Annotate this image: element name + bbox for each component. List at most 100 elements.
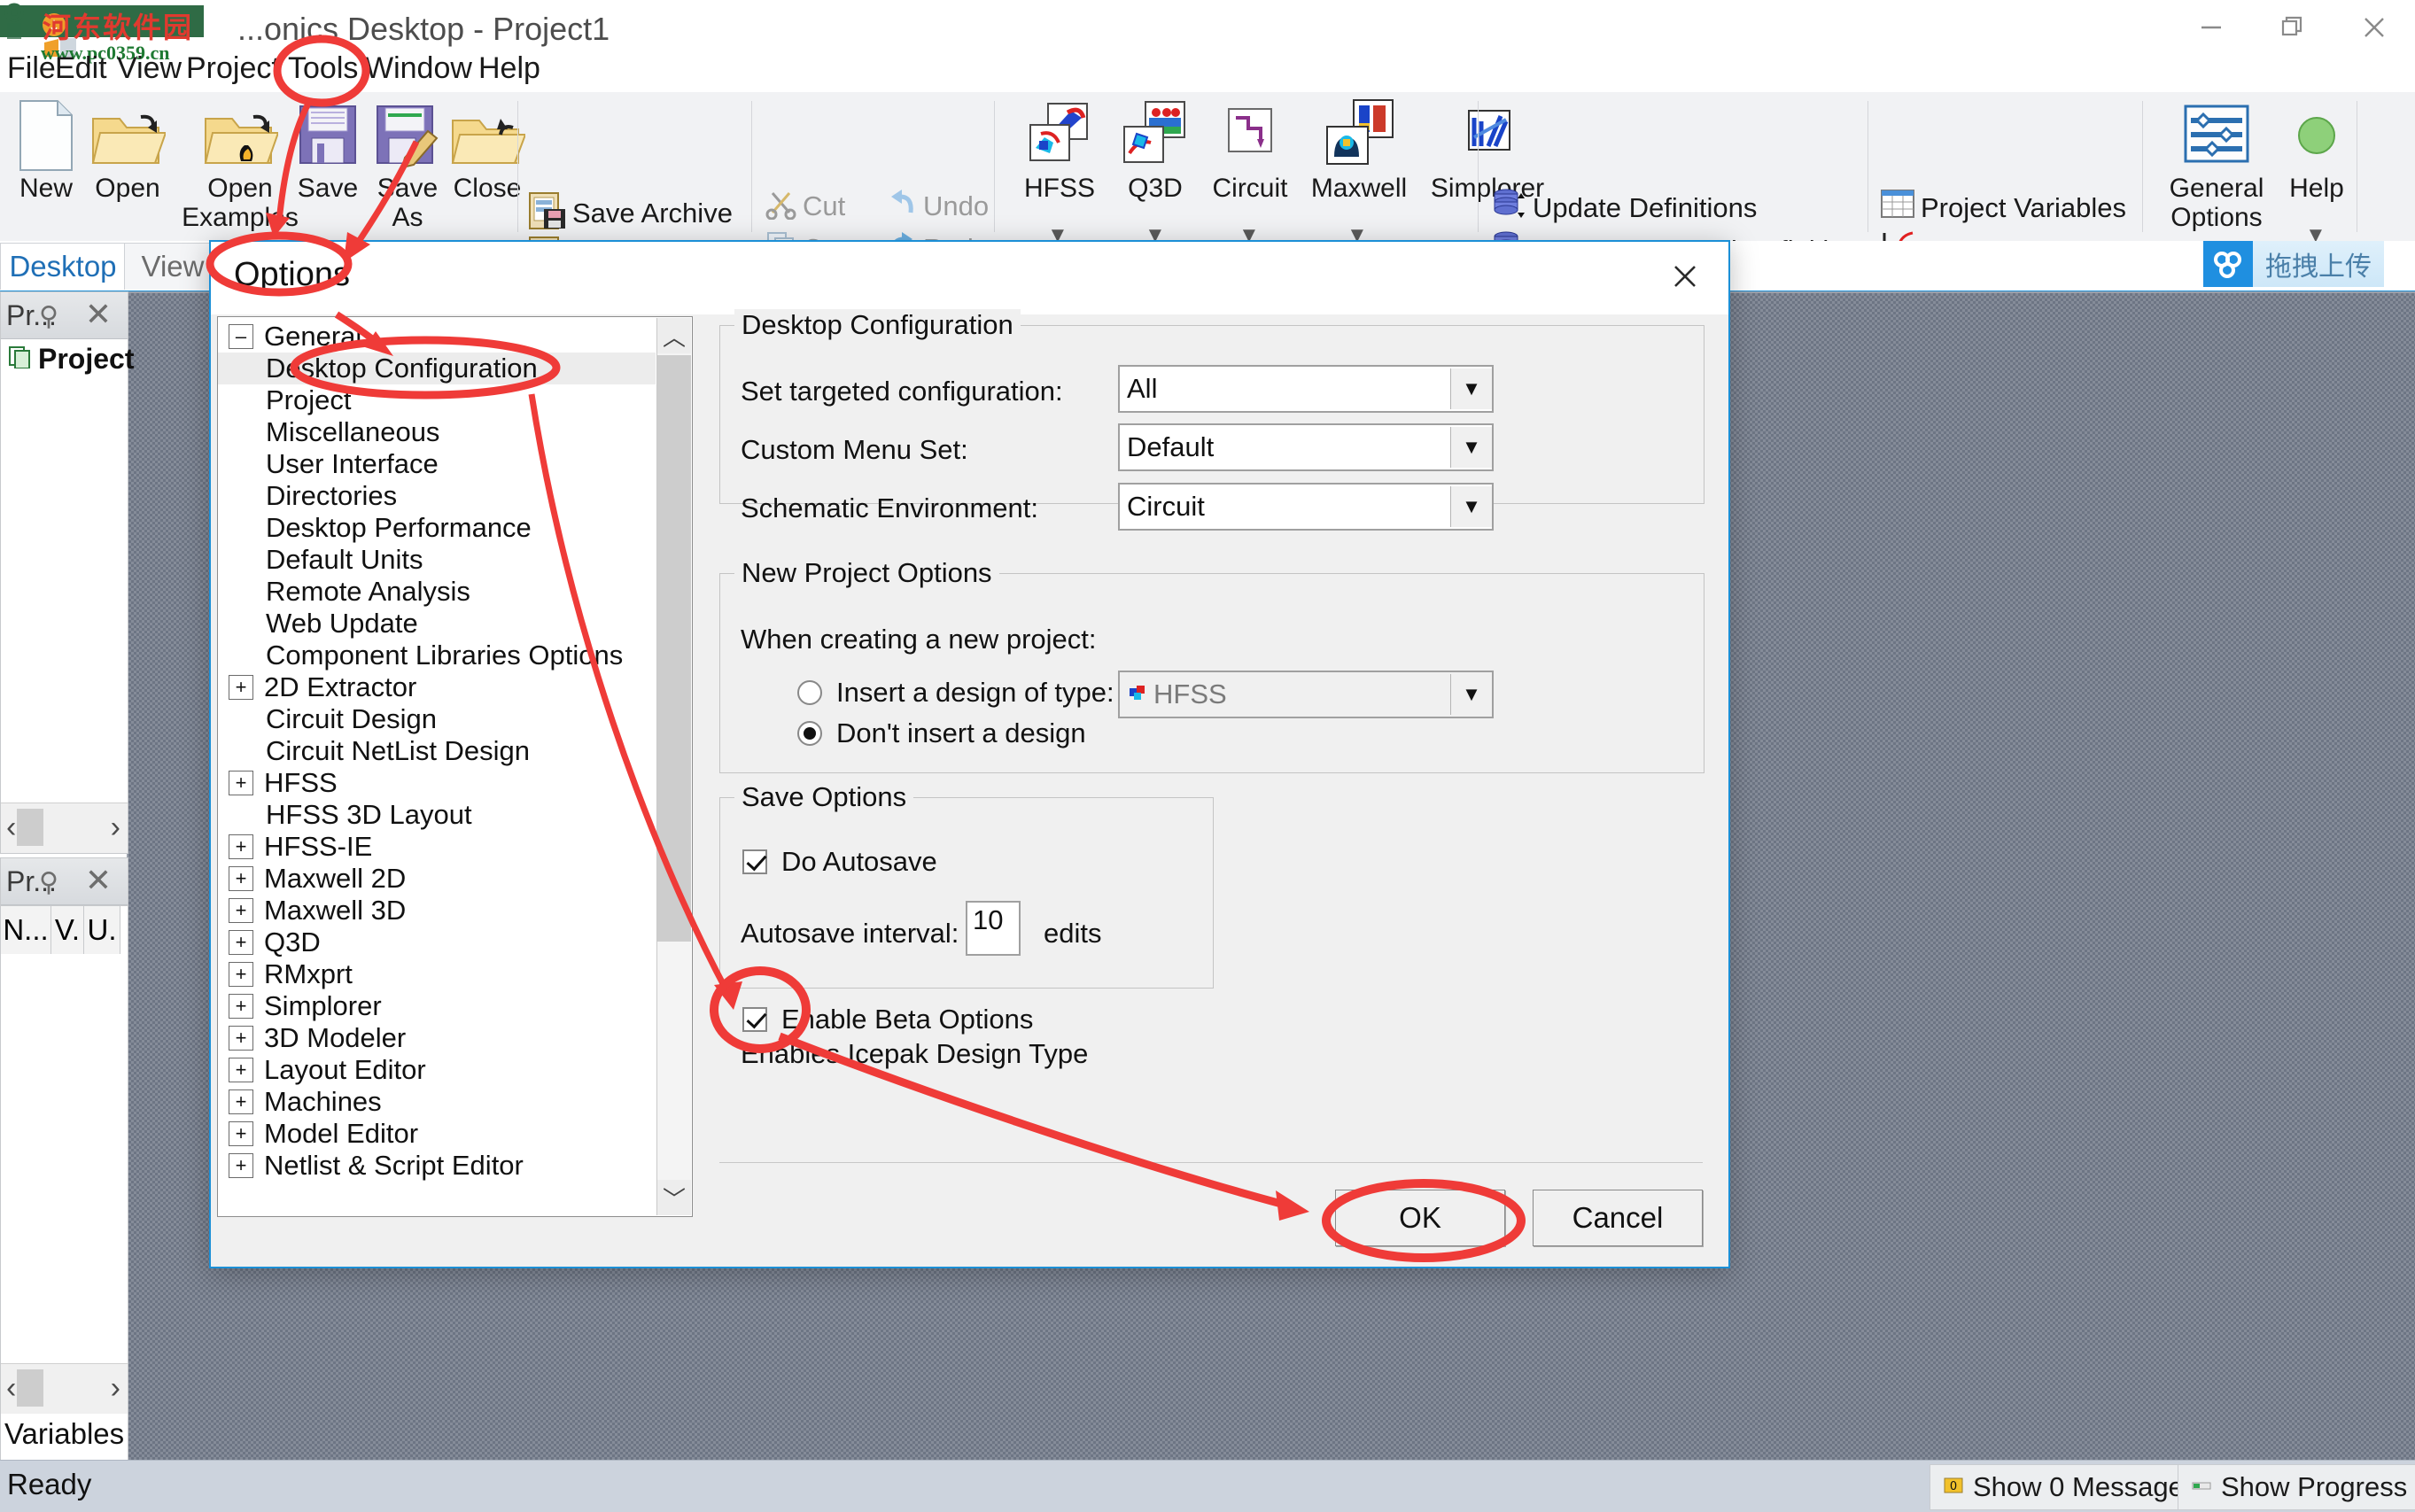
collapse-icon[interactable]: –: [229, 324, 253, 349]
chevron-down-icon[interactable]: ▼: [1450, 368, 1492, 409]
upload-widget[interactable]: 拖拽上传: [2203, 241, 2384, 287]
autosave-interval-input[interactable]: 10: [966, 901, 1021, 956]
scroll-left-icon[interactable]: ‹: [6, 810, 16, 845]
ribbon-general-options-button[interactable]: General Options: [2155, 97, 2279, 232]
menu-project[interactable]: Project: [186, 51, 280, 86]
ribbon-new-button[interactable]: New: [0, 97, 92, 203]
options-tree-item[interactable]: Circuit NetList Design: [218, 735, 656, 767]
options-tree-item[interactable]: Desktop Configuration: [218, 353, 656, 384]
options-tree-item[interactable]: +Maxwell 3D: [218, 895, 656, 927]
expand-icon[interactable]: +: [229, 834, 253, 859]
options-tree-item[interactable]: Web Update: [218, 608, 656, 640]
options-tree-item[interactable]: +Layout Editor: [218, 1054, 656, 1086]
ribbon-maxwell-button[interactable]: Maxwell ▼: [1297, 97, 1421, 203]
options-tree-item[interactable]: +Q3D: [218, 927, 656, 958]
ok-button[interactable]: OK: [1335, 1190, 1505, 1246]
chevron-down-icon[interactable]: ▼: [1450, 486, 1492, 527]
options-dialog-close-button[interactable]: [1658, 251, 1712, 302]
ribbon-project-variables-button[interactable]: Project Variables: [1880, 188, 2126, 228]
expand-icon[interactable]: +: [229, 962, 253, 987]
ribbon-q3d-button[interactable]: Q3D ▼: [1109, 97, 1201, 203]
expand-icon[interactable]: +: [229, 1089, 253, 1114]
design-type-combo[interactable]: HFSS ▼: [1118, 671, 1494, 718]
options-tree-item[interactable]: Project: [218, 384, 656, 416]
expand-icon[interactable]: +: [229, 1026, 253, 1051]
options-tree-vscrollbar[interactable]: ︿ ﹀: [656, 318, 691, 1215]
options-tree-item[interactable]: +Simplorer: [218, 990, 656, 1022]
schematic-environment-combo[interactable]: Circuit ▼: [1118, 483, 1494, 531]
expand-icon[interactable]: +: [229, 1153, 253, 1178]
menu-help[interactable]: Help: [478, 51, 540, 86]
expand-icon[interactable]: +: [229, 1121, 253, 1146]
options-tree-item[interactable]: +3D Modeler: [218, 1022, 656, 1054]
scroll-up-icon[interactable]: ︿: [657, 318, 691, 353]
hscroll-thumb[interactable]: [17, 1369, 43, 1407]
options-tree-item[interactable]: +Maxwell 2D: [218, 863, 656, 895]
expand-icon[interactable]: +: [229, 1058, 253, 1082]
show-progress-button[interactable]: Show Progress: [2178, 1464, 2415, 1510]
project-tree-root[interactable]: Project: [1, 339, 128, 378]
options-tree-item[interactable]: Directories: [218, 480, 656, 512]
cancel-button[interactable]: Cancel: [1533, 1190, 1703, 1246]
expand-icon[interactable]: +: [229, 898, 253, 923]
menu-tools[interactable]: Tools: [288, 51, 358, 86]
project-manager-hscrollbar[interactable]: ‹ ›: [1, 803, 128, 853]
chevron-down-icon[interactable]: ▼: [1450, 674, 1492, 715]
tab-view[interactable]: View: [124, 243, 221, 290]
options-tree-item[interactable]: +Netlist & Script Editor: [218, 1150, 656, 1182]
show-messages-button[interactable]: 0 Show 0 Messages: [1930, 1464, 2195, 1510]
expand-icon[interactable]: +: [229, 675, 253, 700]
menu-window[interactable]: Window: [365, 51, 472, 86]
expand-icon[interactable]: +: [229, 771, 253, 795]
options-tree-item[interactable]: User Interface: [218, 448, 656, 480]
pin-icon[interactable]: ⚲: [39, 301, 58, 332]
custom-menu-set-combo[interactable]: Default ▼: [1118, 423, 1494, 471]
dont-insert-design-radio[interactable]: Don't insert a design: [797, 717, 1086, 749]
pin-icon[interactable]: ⚲: [39, 867, 58, 898]
options-tree-item[interactable]: Circuit Design: [218, 703, 656, 735]
hscroll-thumb[interactable]: [17, 809, 43, 846]
menu-view[interactable]: View: [117, 51, 182, 86]
ribbon-save-archive-button[interactable]: Save Archive: [528, 191, 733, 235]
options-tree-item[interactable]: Remote Analysis: [218, 576, 656, 608]
options-tree-item[interactable]: Desktop Performance: [218, 512, 656, 544]
do-autosave-checkbox[interactable]: Do Autosave: [742, 846, 937, 878]
ribbon-save-button[interactable]: Save: [282, 97, 374, 203]
options-tree-item[interactable]: –General: [218, 321, 656, 353]
options-category-tree[interactable]: –GeneralDesktop ConfigurationProjectMisc…: [217, 316, 693, 1217]
enable-beta-options-checkbox[interactable]: Enable Beta Options: [742, 1004, 1033, 1035]
options-tree-item[interactable]: Component Libraries Options: [218, 640, 656, 671]
expand-icon[interactable]: +: [229, 930, 253, 955]
scroll-right-icon[interactable]: ›: [111, 1371, 120, 1406]
options-tree-item[interactable]: +HFSS-IE: [218, 831, 656, 863]
minimize-button[interactable]: [2170, 0, 2252, 55]
close-icon[interactable]: ✕: [85, 862, 112, 899]
ribbon-open-button[interactable]: Open: [82, 97, 174, 203]
insert-design-radio[interactable]: Insert a design of type:: [797, 677, 1114, 709]
options-tree-item[interactable]: Default Units: [218, 544, 656, 576]
ribbon-help-button[interactable]: Help ▼: [2279, 97, 2355, 203]
ribbon-update-definitions-button[interactable]: Update Definitions: [1492, 188, 1757, 228]
options-tree-item[interactable]: Miscellaneous: [218, 416, 656, 448]
ribbon-circuit-button[interactable]: Circuit ▼: [1201, 97, 1299, 203]
ribbon-cut-button[interactable]: Cut: [765, 188, 845, 224]
menu-file[interactable]: File: [7, 51, 56, 86]
ribbon-close-button[interactable]: Close: [441, 97, 533, 203]
restore-button[interactable]: [2252, 0, 2333, 55]
menu-edit[interactable]: Edit: [55, 51, 107, 86]
tab-desktop[interactable]: Desktop: [0, 243, 126, 290]
vscroll-thumb[interactable]: [657, 355, 691, 942]
ribbon-save-as-button[interactable]: Save As: [361, 97, 454, 232]
options-tree-item[interactable]: +RMxprt: [218, 958, 656, 990]
options-tree-item[interactable]: +HFSS: [218, 767, 656, 799]
scroll-left-icon[interactable]: ‹: [6, 1371, 16, 1406]
set-targeted-configuration-combo[interactable]: All ▼: [1118, 365, 1494, 413]
ribbon-undo-button[interactable]: Undo: [886, 188, 989, 224]
options-tree-item[interactable]: +Model Editor: [218, 1118, 656, 1150]
scroll-down-icon[interactable]: ﹀: [657, 1180, 691, 1215]
chevron-down-icon[interactable]: ▼: [1450, 427, 1492, 468]
scroll-right-icon[interactable]: ›: [111, 810, 120, 845]
expand-icon[interactable]: +: [229, 994, 253, 1019]
options-tree-item[interactable]: HFSS 3D Layout: [218, 799, 656, 831]
ribbon-hfss-button[interactable]: HFSS ▼: [1010, 97, 1109, 203]
